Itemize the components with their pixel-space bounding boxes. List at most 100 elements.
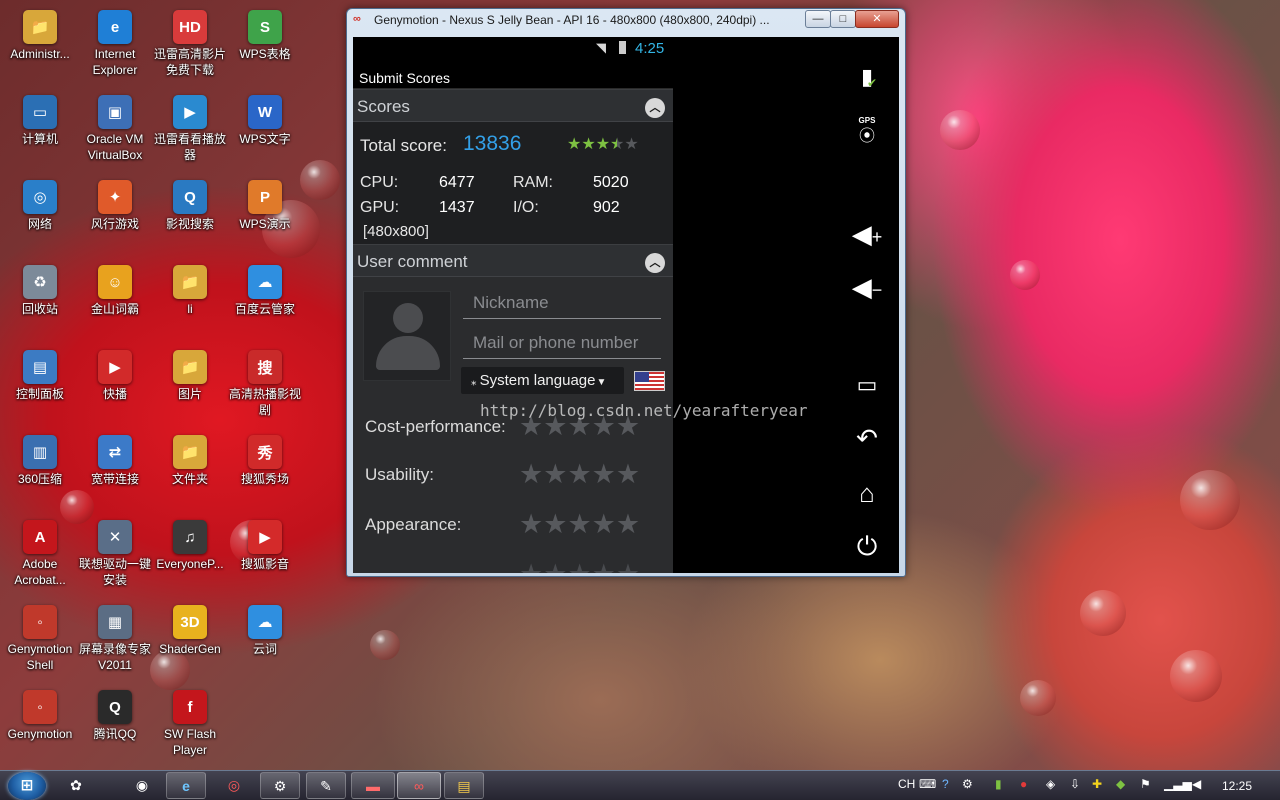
desktop-icon[interactable]: ▣ Oracle VM VirtualBox bbox=[75, 89, 155, 169]
signal-tray-icon[interactable]: ▁▃▅ bbox=[1164, 777, 1192, 791]
scores-section-header[interactable]: Scores ︿ bbox=[353, 89, 673, 122]
help-icon[interactable]: ? bbox=[942, 777, 949, 791]
taskbar-explorer-icon[interactable]: ▤ bbox=[444, 772, 484, 799]
add-tray-icon[interactable]: ✚ bbox=[1092, 777, 1102, 791]
collapse-chevron-icon[interactable]: ︿ bbox=[645, 98, 665, 118]
desktop-icon[interactable]: ♫ EveryoneP... bbox=[150, 514, 230, 594]
start-button[interactable]: ⊞ bbox=[8, 772, 46, 800]
desktop-icon[interactable]: e Internet Explorer bbox=[75, 4, 155, 84]
collapse-chevron-icon[interactable]: ︿ bbox=[645, 253, 665, 273]
user-comment-section-header[interactable]: User comment ︿ bbox=[353, 244, 673, 277]
us-flag-icon[interactable] bbox=[634, 371, 665, 391]
shield-tray-icon[interactable]: ◆ bbox=[1116, 777, 1125, 791]
genymotion-window[interactable]: ∞ Genymotion - Nexus S Jelly Bean - API … bbox=[346, 8, 906, 577]
rating-star-icon[interactable]: ★ bbox=[519, 561, 543, 574]
desktop-icon[interactable]: 秀搜狐秀场 bbox=[225, 429, 305, 509]
rating-star-icon[interactable]: ★ bbox=[616, 511, 640, 538]
keyboard-icon[interactable]: ⌨ bbox=[919, 777, 936, 791]
maximize-button[interactable]: □ bbox=[830, 10, 856, 28]
settings-tray-icon[interactable]: ⚙ bbox=[962, 777, 973, 791]
desktop-icon[interactable]: ▭ 计算机 bbox=[0, 89, 80, 169]
volume-tray-icon[interactable]: ◀ bbox=[1192, 777, 1201, 791]
power-icon[interactable]: ⏻ bbox=[847, 526, 887, 566]
desktop-icon[interactable]: 📁 图片 bbox=[150, 344, 230, 424]
desktop-icon[interactable]: f SW Flash Player bbox=[150, 684, 230, 764]
desktop-icon[interactable]: Q 腾讯QQ bbox=[75, 684, 155, 764]
close-button[interactable]: ✕ bbox=[855, 10, 899, 28]
gps-button[interactable]: GPS ⦿ bbox=[847, 109, 887, 149]
android-screen[interactable]: ◥ 4:25 Submit Scores Scores ︿ Total scor… bbox=[353, 37, 673, 573]
desktop-icon[interactable]: ▶ 搜狐影音 bbox=[225, 514, 305, 594]
minimize-button[interactable]: — bbox=[805, 10, 831, 28]
back-icon[interactable]: ↶ bbox=[847, 418, 887, 458]
rating-stars-usability[interactable]: ★★★★★ bbox=[519, 461, 640, 488]
desktop-icon[interactable]: ☁ 百度云管家 bbox=[225, 259, 305, 339]
network-tray-icon[interactable]: ◈ bbox=[1046, 777, 1055, 791]
desktop-icon[interactable]: 搜高清热播影视剧 bbox=[225, 344, 305, 424]
taskbar-chrome-icon[interactable]: ◉ bbox=[122, 772, 162, 799]
taskbar-window-preview-icon[interactable]: ▬ bbox=[351, 772, 395, 799]
mail-or-phone-field[interactable] bbox=[463, 327, 661, 358]
emulator-client-area: ◥ 4:25 Submit Scores Scores ︿ Total scor… bbox=[353, 37, 899, 573]
language-select[interactable]: ⁎ System language▼ bbox=[461, 367, 624, 394]
rating-star-icon[interactable]: ★ bbox=[567, 561, 591, 574]
desktop-icon[interactable]: 📁 Administr... bbox=[0, 4, 80, 84]
desktop-icon[interactable]: W WPS文字 bbox=[225, 89, 305, 169]
desktop-icon[interactable]: ☁ 云词 bbox=[225, 599, 305, 679]
rating-star-icon[interactable]: ★ bbox=[543, 461, 567, 488]
rating-star-icon[interactable]: ★ bbox=[592, 461, 616, 488]
rating-star-icon[interactable]: ★ bbox=[592, 511, 616, 538]
desktop-icon[interactable]: ▤ 控制面板 bbox=[0, 344, 80, 424]
avatar[interactable] bbox=[363, 291, 451, 381]
rating-star-icon[interactable]: ★ bbox=[616, 561, 640, 574]
volume-up-icon[interactable]: ◀+ bbox=[847, 214, 887, 254]
rating-star-icon[interactable]: ★ bbox=[567, 511, 591, 538]
taskbar-paint-icon[interactable]: ✎ bbox=[306, 772, 346, 799]
desktop-icon[interactable]: ◦ Genymotion bbox=[0, 684, 80, 764]
nickname-field[interactable] bbox=[463, 287, 661, 318]
battery-tray-icon[interactable]: ▮ bbox=[995, 777, 1002, 791]
desktop-icon[interactable]: ⇄ 宽带连接 bbox=[75, 429, 155, 509]
taskbar-settings-icon[interactable]: ⚙ bbox=[260, 772, 300, 799]
desktop-icon[interactable]: Q 影视搜索 bbox=[150, 174, 230, 254]
desktop-icon[interactable]: ✕ 联想驱动一键安装 bbox=[75, 514, 155, 594]
taskbar-app-colorful-icon[interactable]: ✿ bbox=[56, 772, 96, 799]
rating-star-icon[interactable]: ★ bbox=[567, 461, 591, 488]
desktop-icon[interactable]: ☺ 金山词霸 bbox=[75, 259, 155, 339]
ime-indicator[interactable]: CH bbox=[898, 777, 915, 791]
home-icon[interactable]: ⌂ bbox=[847, 473, 887, 513]
window-titlebar[interactable]: ∞ Genymotion - Nexus S Jelly Bean - API … bbox=[347, 9, 905, 31]
antivirus-tray-icon[interactable]: ● bbox=[1020, 777, 1027, 791]
desktop-icon[interactable]: 📁 li bbox=[150, 259, 230, 339]
taskbar-clock[interactable]: 12:25 bbox=[1222, 779, 1252, 793]
rating-star-icon[interactable]: ★ bbox=[519, 461, 543, 488]
desktop-icon[interactable]: ▥ 360压缩 bbox=[0, 429, 80, 509]
desktop-icon[interactable]: ◦ Genymotion Shell bbox=[0, 599, 80, 679]
desktop-icon[interactable]: ▶ 快播 bbox=[75, 344, 155, 424]
recent-apps-icon[interactable]: ▭ bbox=[847, 365, 887, 405]
desktop-icon[interactable]: P WPS演示 bbox=[225, 174, 305, 254]
desktop-icon[interactable]: 3D ShaderGen bbox=[150, 599, 230, 679]
desktop-icon[interactable]: ✦ 风行游戏 bbox=[75, 174, 155, 254]
taskbar-genymotion-icon[interactable]: ∞ bbox=[397, 772, 441, 799]
desktop-icon[interactable]: 📁 文件夹 bbox=[150, 429, 230, 509]
desktop-icon[interactable]: ♻ 回收站 bbox=[0, 259, 80, 339]
taskbar-ie-icon[interactable]: e bbox=[166, 772, 206, 799]
battery-icon[interactable]: ▮ ✔ bbox=[847, 57, 887, 97]
desktop-icon[interactable]: ▶ 迅雷看看播放器 bbox=[150, 89, 230, 169]
flag-tray-icon[interactable]: ⚑ bbox=[1140, 777, 1151, 791]
rating-star-icon[interactable]: ★ bbox=[616, 461, 640, 488]
desktop-icon[interactable]: ◎ 网络 bbox=[0, 174, 80, 254]
desktop-icon[interactable]: A Adobe Acrobat... bbox=[0, 514, 80, 594]
rating-star-icon[interactable]: ★ bbox=[592, 561, 616, 574]
rating-star-icon[interactable]: ★ bbox=[519, 511, 543, 538]
desktop-icon[interactable]: HD 迅雷高清影片免费下载 bbox=[150, 4, 230, 84]
taskbar-player-icon[interactable]: ◎ bbox=[214, 772, 254, 799]
rating-star-icon[interactable]: ★ bbox=[543, 511, 567, 538]
desktop-icon[interactable]: ▦ 屏幕录像专家V2011 bbox=[75, 599, 155, 679]
rating-stars-appearance[interactable]: ★★★★★ bbox=[519, 511, 640, 538]
download-tray-icon[interactable]: ⇩ bbox=[1070, 777, 1080, 791]
rating-star-icon[interactable]: ★ bbox=[543, 561, 567, 574]
volume-down-icon[interactable]: ◀− bbox=[847, 267, 887, 307]
desktop-icon[interactable]: S WPS表格 bbox=[225, 4, 305, 84]
